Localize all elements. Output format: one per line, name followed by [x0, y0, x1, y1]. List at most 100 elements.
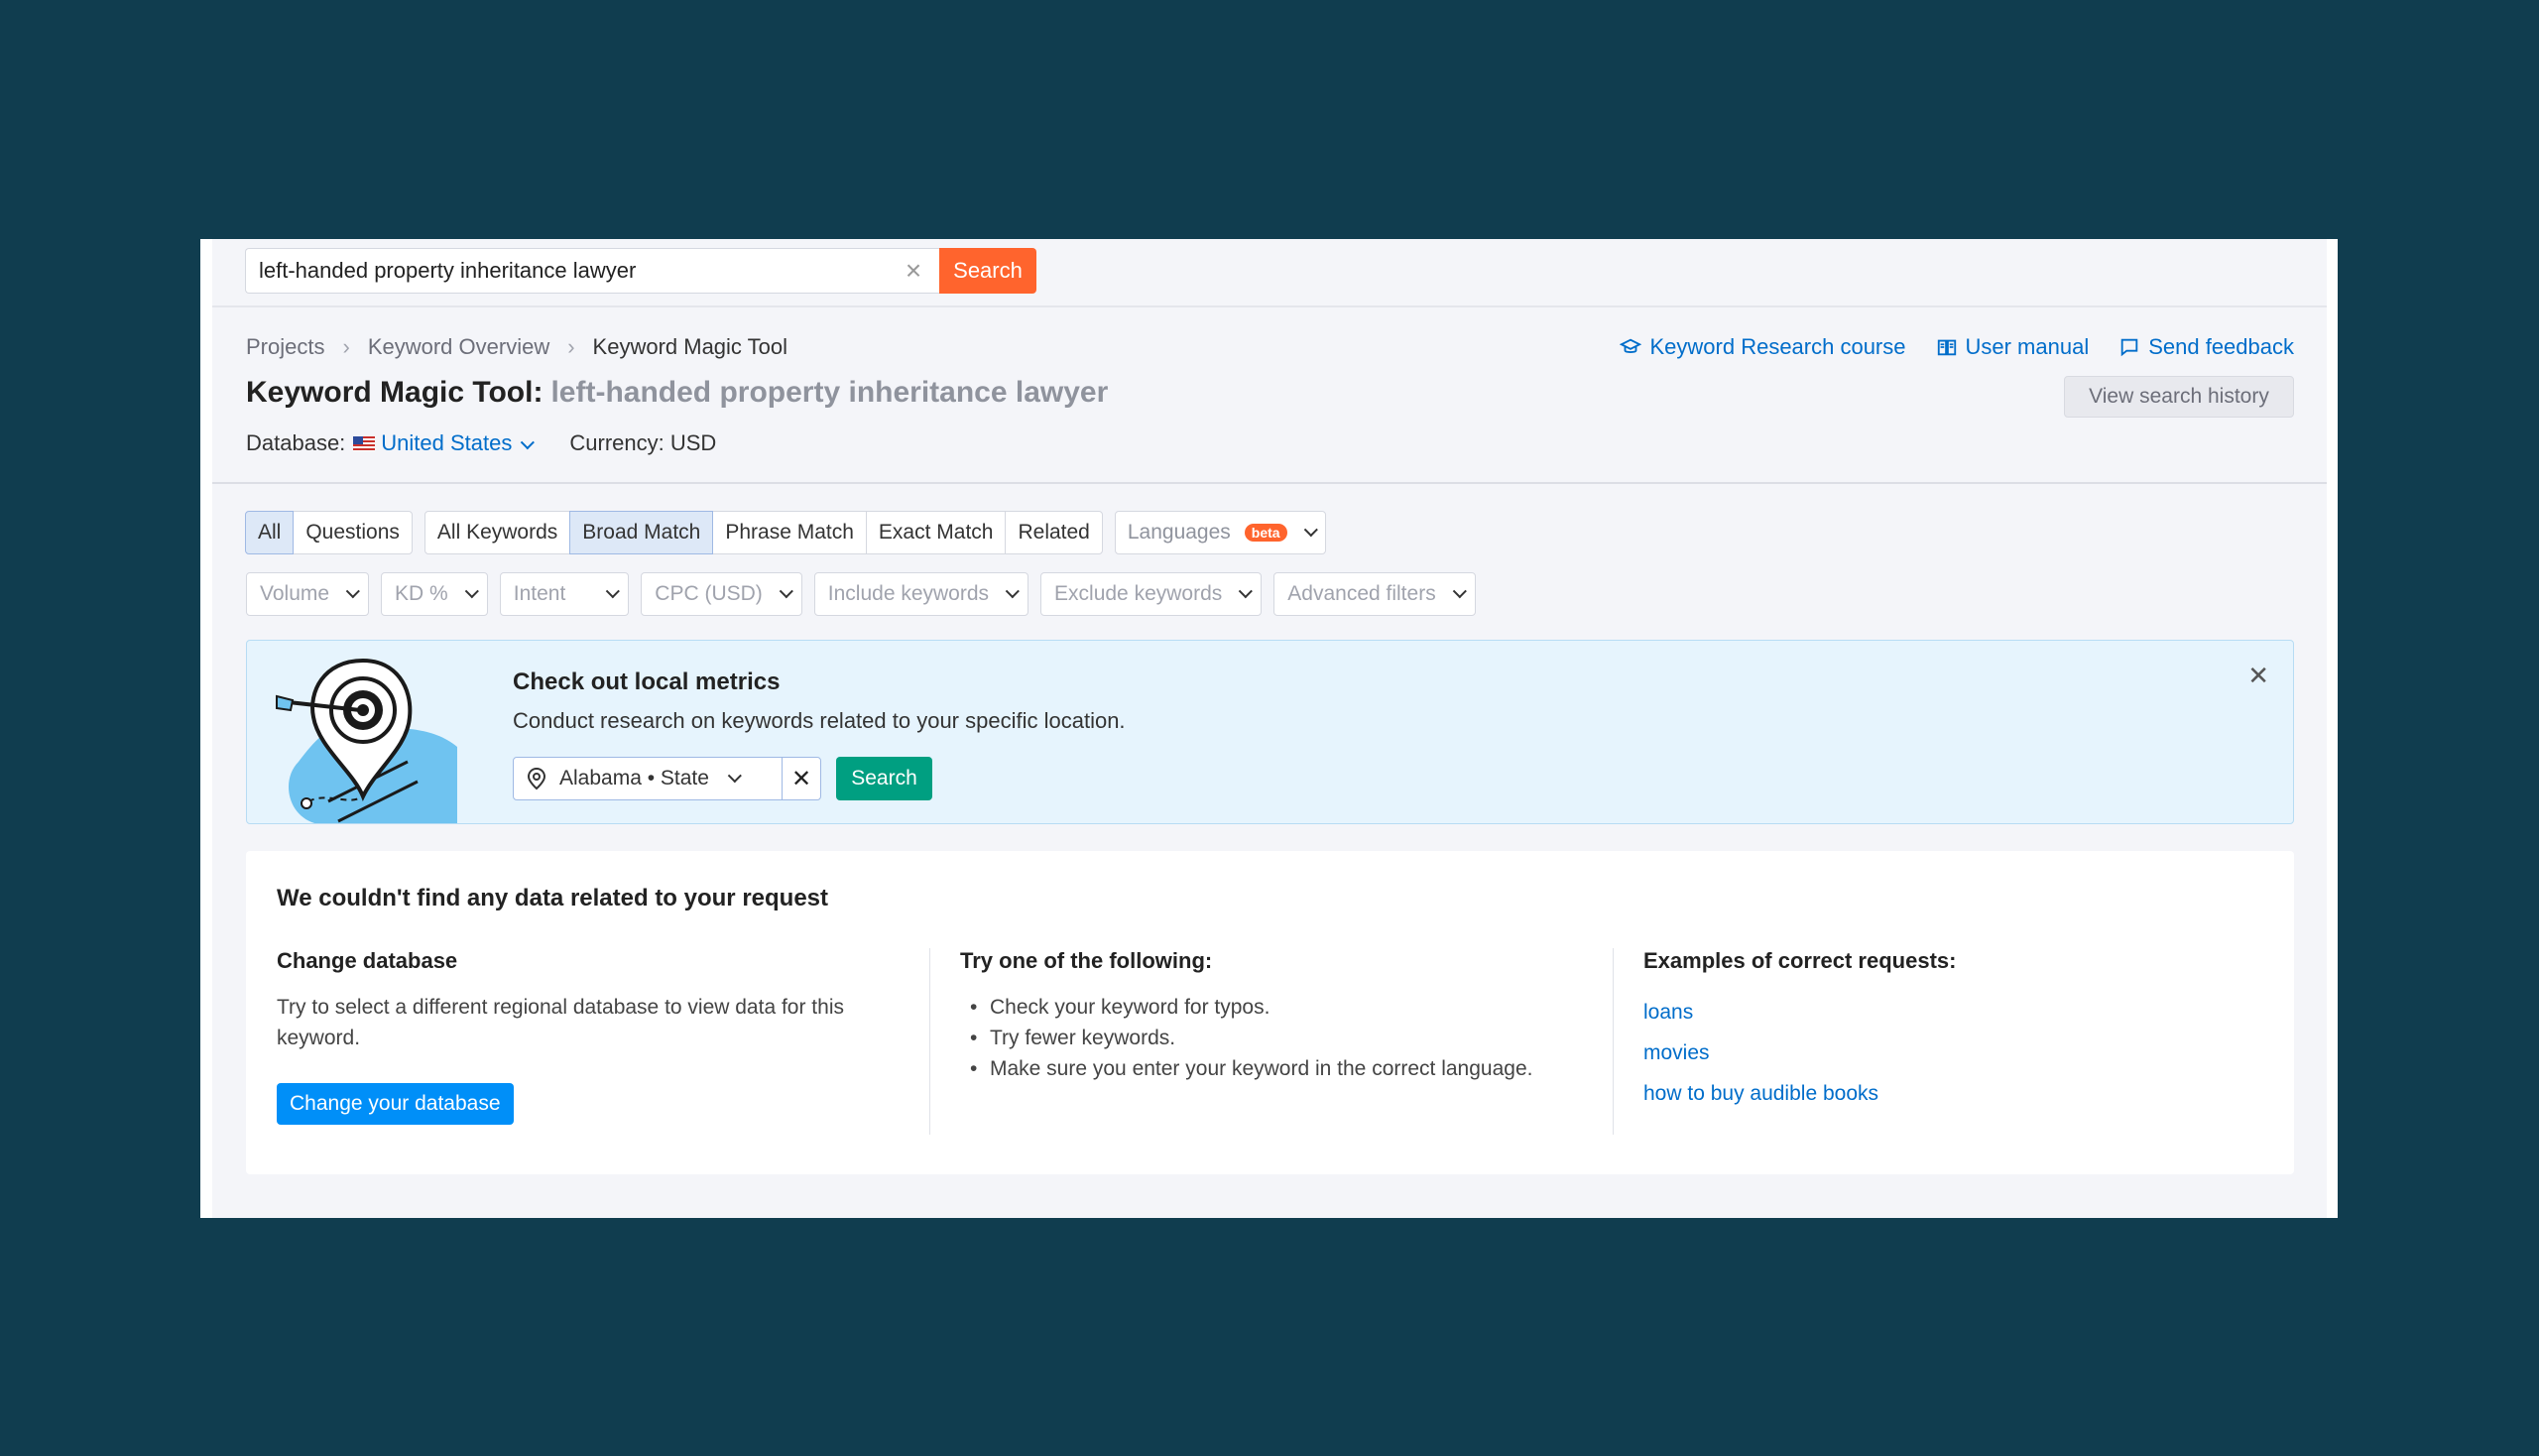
location-value: Alabama • State — [559, 767, 709, 789]
chevron-down-icon — [727, 769, 742, 784]
database-select[interactable]: United States — [381, 430, 536, 456]
filter-volume[interactable]: Volume — [246, 572, 370, 616]
chevron-down-icon — [1239, 584, 1254, 599]
filter-label: Include keywords — [827, 582, 990, 605]
send-feedback-label: Send feedback — [2148, 334, 2294, 359]
change-database-section: Change database Try to select a differen… — [277, 948, 892, 1125]
languages-label: Languages — [1127, 521, 1231, 544]
change-database-text: Try to select a different regional datab… — [277, 996, 844, 1049]
location-target-illustration — [276, 658, 457, 823]
header-divider — [212, 482, 2327, 484]
page-title: Keyword Magic Tool: left-handed property … — [246, 376, 1108, 410]
suggestions-list: Check your keyword for typos. Try fewer … — [960, 992, 1575, 1084]
change-database-heading: Change database — [277, 948, 458, 973]
tab-all-keywords[interactable]: All Keywords — [423, 511, 571, 554]
breadcrumb: Projects › Keyword Overview › Keyword Ma… — [246, 334, 787, 360]
local-metrics-banner: Check out local metrics Conduct research… — [246, 640, 2294, 824]
filter-cpc[interactable]: CPC (USD) — [641, 572, 802, 616]
database-value: United States — [381, 430, 513, 455]
filter-include-keywords[interactable]: Include keywords — [813, 572, 1029, 616]
graduation-cap-icon — [1620, 338, 1642, 353]
examples-heading: Examples of correct requests: — [1643, 948, 1957, 973]
chevron-down-icon — [345, 584, 360, 599]
view-search-history-button[interactable]: View search history — [2064, 376, 2294, 418]
local-metrics-description: Conduct research on keywords related to … — [513, 708, 1126, 733]
chevron-down-icon — [1005, 584, 1020, 599]
database-label: Database: — [246, 430, 346, 455]
chevron-right-icon: › — [342, 334, 350, 359]
user-manual-label: User manual — [1965, 334, 2090, 359]
location-clear-button[interactable]: ✕ — [782, 757, 821, 800]
filter-exclude-keywords[interactable]: Exclude keywords — [1040, 572, 1263, 616]
examples-section: Examples of correct requests: loans movi… — [1643, 948, 2238, 1114]
languages-dropdown[interactable]: Languages beta — [1114, 511, 1326, 554]
no-data-title: We couldn't find any data related to you… — [277, 885, 829, 911]
filter-advanced[interactable]: Advanced filters — [1273, 572, 1476, 616]
match-tabs: All Questions All Keywords Broad Match P… — [245, 511, 1326, 554]
example-link-loans[interactable]: loans — [1643, 992, 2238, 1032]
course-link-label: Keyword Research course — [1649, 334, 1906, 359]
header-links: Keyword Research course User manual Send… — [1620, 334, 2294, 360]
change-database-button[interactable]: Change your database — [277, 1083, 514, 1125]
filter-label: Volume — [260, 582, 330, 605]
page-title-query: left-handed property inheritance lawyer — [550, 376, 1109, 409]
close-icon[interactable]: ✕ — [2247, 661, 2269, 691]
location-search-button[interactable]: Search — [836, 757, 932, 800]
chevron-down-icon — [1303, 523, 1318, 538]
chevron-down-icon — [521, 435, 536, 450]
filters-row: Volume KD % Intent CPC (USD) Include key… — [246, 572, 1476, 616]
app-content: left-handed property inheritance lawyer … — [212, 239, 2327, 1218]
tab-exact-match[interactable]: Exact Match — [865, 511, 1007, 554]
currency-label: Currency: USD — [569, 430, 717, 455]
search-button[interactable]: Search — [939, 248, 1036, 294]
list-item: Check your keyword for typos. — [960, 992, 1575, 1023]
search-bar: left-handed property inheritance lawyer … — [212, 239, 2327, 307]
book-icon — [1937, 339, 1956, 356]
filter-intent[interactable]: Intent — [499, 572, 630, 616]
close-icon[interactable]: × — [900, 257, 927, 285]
breadcrumb-projects[interactable]: Projects — [246, 334, 324, 360]
chat-bubble-icon — [2120, 338, 2138, 357]
filter-label: Exclude keywords — [1054, 582, 1223, 605]
column-divider — [929, 948, 930, 1135]
map-pin-icon — [527, 767, 546, 790]
database-row: Database: United States Currency: USD — [246, 430, 716, 456]
tab-questions[interactable]: Questions — [293, 511, 413, 554]
send-feedback-link[interactable]: Send feedback — [2118, 334, 2294, 360]
location-select[interactable]: Alabama • State — [513, 757, 783, 800]
tab-related[interactable]: Related — [1005, 511, 1103, 554]
list-item: Try fewer keywords. — [960, 1023, 1575, 1053]
beta-badge: beta — [1244, 524, 1287, 542]
suggestions-section: Try one of the following: Check your key… — [960, 948, 1575, 1084]
example-link-audible[interactable]: how to buy audible books — [1643, 1073, 2238, 1114]
breadcrumb-current: Keyword Magic Tool — [592, 334, 787, 359]
user-manual-link[interactable]: User manual — [1936, 334, 2090, 360]
filter-label: KD % — [395, 582, 448, 605]
local-metrics-title: Check out local metrics — [513, 668, 781, 695]
suggestions-heading: Try one of the following: — [960, 948, 1213, 973]
filter-label: CPC (USD) — [655, 582, 763, 605]
us-flag-icon — [353, 435, 376, 451]
page-title-label: Keyword Magic Tool: — [246, 376, 544, 409]
list-item: Make sure you enter your keyword in the … — [960, 1053, 1575, 1084]
chevron-down-icon — [606, 584, 621, 599]
filter-label: Intent — [513, 582, 566, 605]
close-icon: ✕ — [790, 765, 812, 792]
breadcrumb-keyword-overview[interactable]: Keyword Overview — [368, 334, 549, 360]
filter-label: Advanced filters — [1287, 582, 1436, 605]
tab-phrase-match[interactable]: Phrase Match — [712, 511, 867, 554]
tab-broad-match[interactable]: Broad Match — [569, 511, 714, 554]
keyword-research-course-link[interactable]: Keyword Research course — [1620, 334, 1906, 360]
search-input[interactable]: left-handed property inheritance lawyer … — [245, 248, 939, 294]
filter-kd[interactable]: KD % — [381, 572, 488, 616]
no-data-card: We couldn't find any data related to you… — [246, 851, 2294, 1174]
chevron-down-icon — [464, 584, 479, 599]
example-link-movies[interactable]: movies — [1643, 1032, 2238, 1073]
chevron-down-icon — [1452, 584, 1467, 599]
column-divider — [1613, 948, 1614, 1135]
search-query-text: left-handed property inheritance lawyer — [259, 258, 637, 283]
tab-all[interactable]: All — [245, 511, 295, 554]
chevron-down-icon — [779, 584, 793, 599]
app-window: left-handed property inheritance lawyer … — [200, 239, 2338, 1218]
chevron-right-icon: › — [567, 334, 575, 359]
